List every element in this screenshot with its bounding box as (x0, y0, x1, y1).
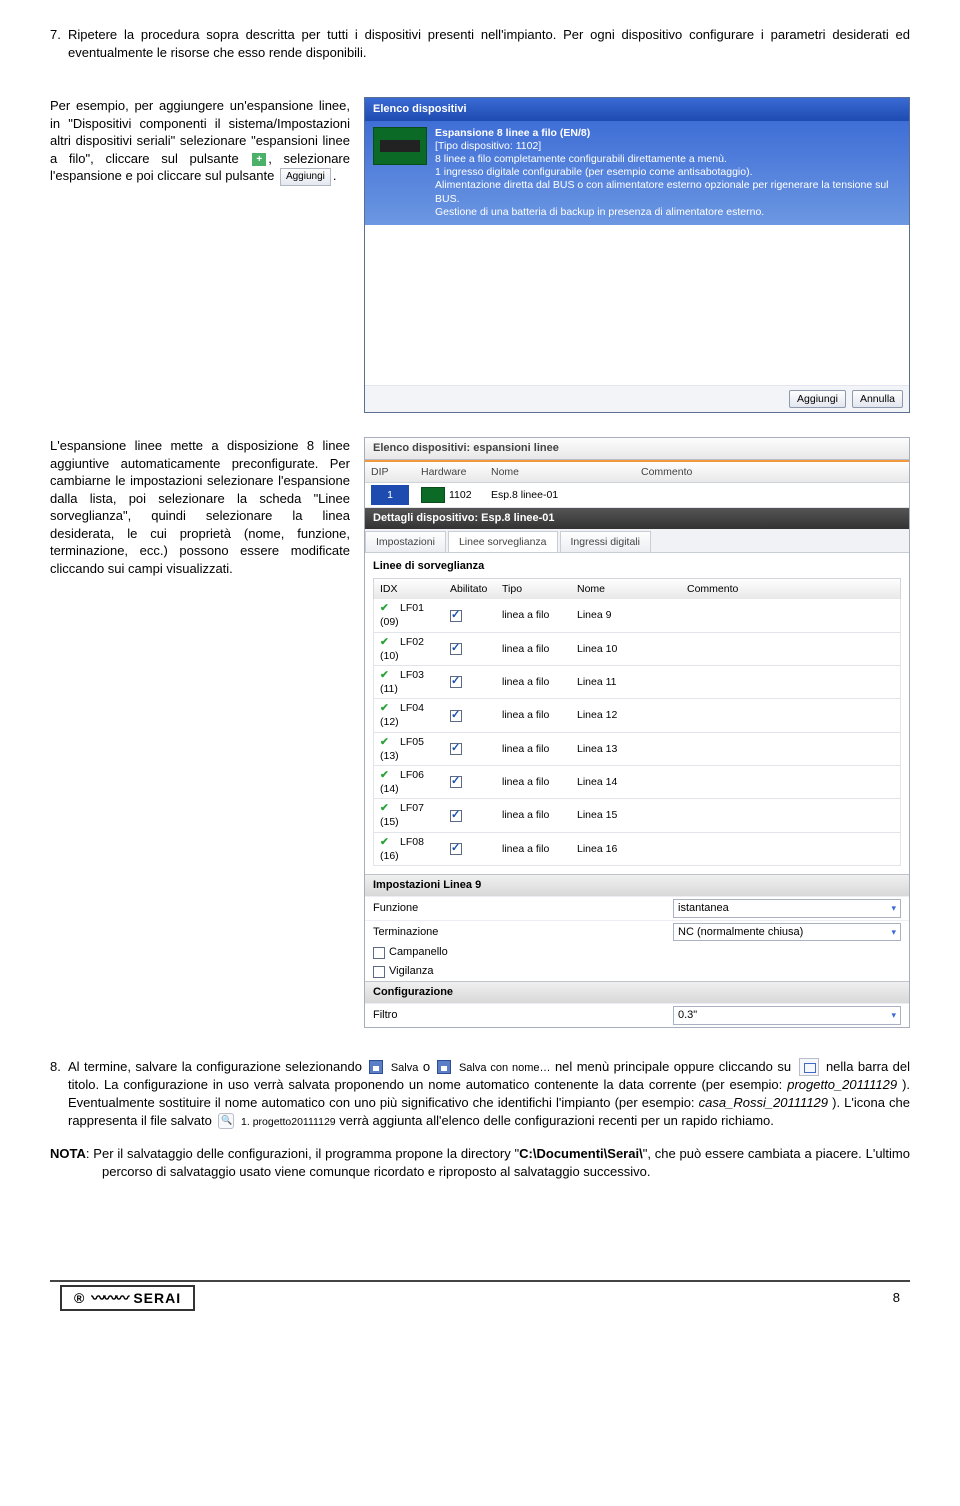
prop-funzione: Funzione istantanea▾ (365, 896, 909, 920)
step8-num: 8. (50, 1058, 68, 1076)
prop-filtro: Filtro 0.3"▾ (365, 1003, 909, 1027)
save-icon (369, 1060, 383, 1074)
window-elenco-dispositivi: Elenco dispositivi Espansione 8 linee a … (364, 97, 910, 413)
line-row[interactable]: LF06 (14)linea a filoLinea 14 (373, 766, 901, 799)
tick-icon (380, 668, 396, 682)
device-headline: Espansione 8 linee a filo (EN/8) (435, 127, 901, 140)
tick-icon (380, 835, 396, 849)
tick-icon (380, 735, 396, 749)
step-8: 8. Al termine, salvare la configurazione… (50, 1058, 910, 1129)
chevron-down-icon: ▾ (891, 1009, 896, 1021)
tick-icon (380, 701, 396, 715)
prop-terminazione: Terminazione NC (normalmente chiusa)▾ (365, 920, 909, 944)
impostazioni-linea-head: Impostazioni Linea 9 (365, 874, 909, 896)
nota-paragraph: NOTA: Per il salvataggio delle configura… (50, 1145, 910, 1180)
nota-path: C:\Documenti\Serai\ (519, 1146, 643, 1161)
example-progetto: progetto_20111129 (787, 1077, 897, 1092)
chevron-down-icon: ▾ (891, 902, 896, 914)
configurazione-head: Configurazione (365, 981, 909, 1003)
tick-icon (380, 635, 396, 649)
window-espansioni-linee: Elenco dispositivi: espansioni linee DIP… (364, 437, 910, 1028)
device-list-area (365, 225, 909, 385)
save-as-icon (437, 1060, 451, 1074)
select-funzione[interactable]: istantanea▾ (673, 899, 901, 918)
hw-chip-icon (421, 487, 445, 503)
tab-linee-sorveglianza[interactable]: Linee sorveglianza (448, 531, 558, 552)
nota-label: NOTA (50, 1146, 86, 1161)
step7-text: Ripetere la procedura sopra descritta pe… (68, 27, 910, 60)
checkbox-icon (373, 966, 385, 978)
line-row[interactable]: LF08 (16)linea a filoLinea 16 (373, 833, 901, 866)
line-row[interactable]: LF02 (10)linea a filoLinea 10 (373, 633, 901, 666)
select-terminazione[interactable]: NC (normalmente chiusa)▾ (673, 923, 901, 942)
checkbox-icon[interactable] (450, 843, 462, 855)
select-filtro[interactable]: 0.3"▾ (673, 1006, 901, 1025)
device-type: [Tipo dispositivo: 1102] (435, 140, 901, 153)
tick-icon (380, 768, 396, 782)
recent-file-icon (218, 1113, 234, 1129)
device-table-header: DIP Hardware Nome Commento (365, 462, 909, 483)
page-footer: ®〰〰〰SERAI 8 (50, 1280, 910, 1314)
step7-num: 7. (50, 26, 68, 44)
line-row[interactable]: LF07 (15)linea a filoLinea 15 (373, 799, 901, 832)
device-chip-icon (373, 127, 427, 165)
checkbox-icon[interactable] (450, 710, 462, 722)
line-row[interactable]: LF01 (09)linea a filoLinea 9 (373, 599, 901, 632)
detail-header: Dettagli dispositivo: Esp.8 linee-01 (365, 508, 909, 529)
lines-header: IDX Abilitato Tipo Nome Commento (373, 578, 901, 599)
aggiungi-button-inline: Aggiungi (280, 168, 331, 186)
line-row[interactable]: LF05 (13)linea a filoLinea 13 (373, 733, 901, 766)
dip-badge: 1 (371, 485, 409, 505)
example-casa-rossi: casa_Rossi_20111129 (699, 1095, 828, 1110)
checkbox-vigilanza[interactable]: Vigilanza (365, 962, 909, 981)
checkbox-campanello[interactable]: Campanello (365, 943, 909, 962)
aggiungi-button[interactable]: Aggiungi (789, 390, 846, 408)
checkbox-icon (373, 947, 385, 959)
page-number: 8 (893, 1289, 900, 1307)
serai-logo: ®〰〰〰SERAI (60, 1285, 195, 1311)
panel-title: Elenco dispositivi: espansioni linee (365, 438, 909, 460)
annulla-button[interactable]: Annulla (852, 390, 903, 408)
checkbox-icon[interactable] (450, 610, 462, 622)
tick-icon (380, 601, 396, 615)
checkbox-icon[interactable] (450, 676, 462, 688)
tab-ingressi-digitali[interactable]: Ingressi digitali (560, 531, 651, 552)
plus-icon: + (252, 153, 266, 167)
checkbox-icon[interactable] (450, 643, 462, 655)
line-row[interactable]: LF03 (11)linea a filoLinea 11 (373, 666, 901, 699)
subtitle-linee: Linee di sorveglianza (373, 559, 901, 574)
device-row[interactable]: 1 1102 Esp.8 linee-01 (365, 483, 909, 508)
chevron-down-icon: ▾ (891, 926, 896, 938)
checkbox-icon[interactable] (450, 810, 462, 822)
step-7: 7. Ripetere la procedura sopra descritta… (50, 26, 910, 61)
tabs: Impostazioni Linee sorveglianza Ingressi… (365, 529, 909, 553)
titlebar-save-icon (799, 1058, 819, 1076)
tab-impostazioni[interactable]: Impostazioni (365, 531, 446, 552)
para-expansion-lines: L'espansione linee mette a disposizione … (50, 437, 350, 1028)
checkbox-icon[interactable] (450, 776, 462, 788)
para-example-add: Per esempio, per aggiungere un'espansion… (50, 97, 350, 413)
checkbox-icon[interactable] (450, 743, 462, 755)
window-title: Elenco dispositivi (365, 98, 909, 121)
line-row[interactable]: LF04 (12)linea a filoLinea 12 (373, 699, 901, 732)
tick-icon (380, 801, 396, 815)
